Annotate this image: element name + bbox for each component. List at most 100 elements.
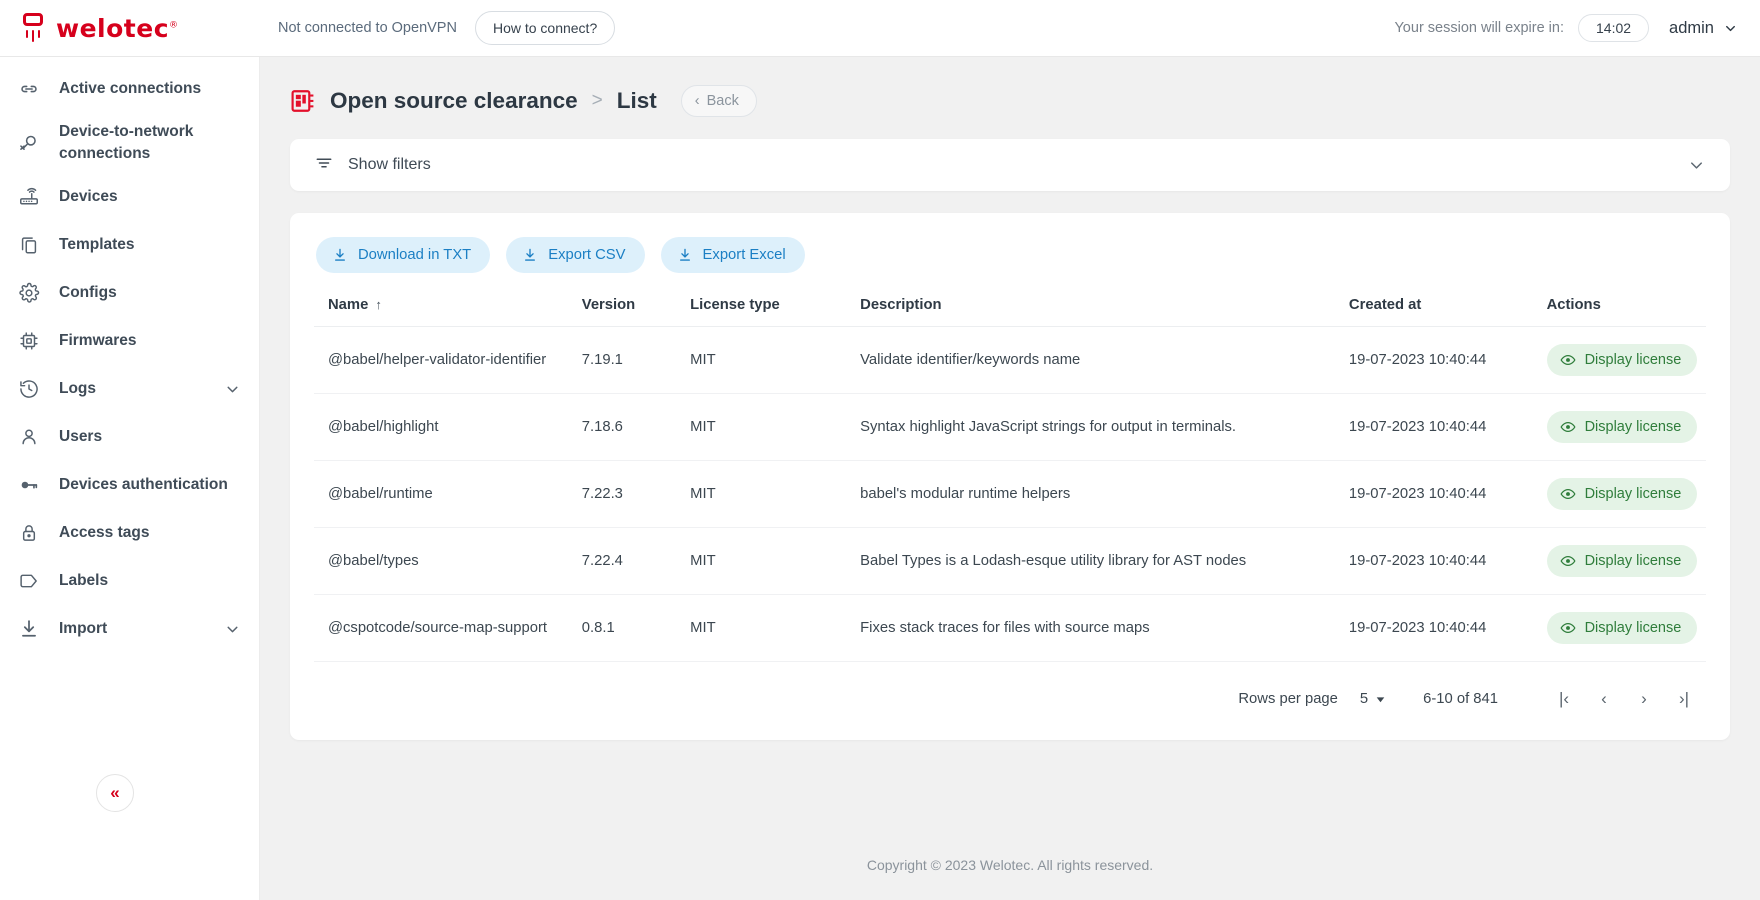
cell-license: MIT — [690, 394, 860, 461]
cell-version: 7.19.1 — [582, 327, 690, 394]
chevron-left-icon: ‹ — [695, 93, 700, 109]
column-header-description[interactable]: Description — [860, 297, 1349, 327]
main-content: Open source clearance > List ‹ Back Show… — [260, 57, 1760, 900]
open-source-clearance-icon — [290, 88, 316, 114]
download-txt-label: Download in TXT — [358, 247, 471, 263]
cell-name: @babel/types — [314, 528, 582, 595]
cell-description: Babel Types is a Lodash-esque utility li… — [860, 528, 1349, 595]
cell-version: 7.22.3 — [582, 461, 690, 528]
sidebar-item-import[interactable]: Import — [0, 605, 259, 653]
rows-per-page-label: Rows per page — [1238, 691, 1338, 707]
download-icon — [522, 247, 538, 263]
sidebar: Active connections Device-to-network con… — [0, 57, 260, 900]
cell-actions: Display license — [1547, 327, 1706, 394]
sidebar-item-firmwares[interactable]: Firmwares — [0, 317, 259, 365]
download-txt-button[interactable]: Download in TXT — [316, 237, 490, 273]
table-row[interactable]: @babel/runtime 7.22.3 MIT babel's modula… — [314, 461, 1706, 528]
column-header-name[interactable]: Name ↑ — [314, 297, 582, 327]
table-row[interactable]: @cspotcode/source-map-support 0.8.1 MIT … — [314, 595, 1706, 662]
sidebar-item-device-to-network-connections[interactable]: Device-to-network connections — [0, 113, 259, 173]
rows-per-page-select[interactable]: 5 — [1360, 691, 1387, 707]
show-filters-bar[interactable]: Show filters — [290, 139, 1730, 191]
sidebar-item-templates[interactable]: Templates — [0, 221, 259, 269]
display-license-label: Display license — [1585, 553, 1682, 569]
sidebar-item-labels[interactable]: Labels — [0, 557, 259, 605]
previous-page-button[interactable]: ‹ — [1584, 682, 1624, 716]
chevron-down-icon[interactable] — [224, 621, 241, 638]
next-page-button[interactable]: › — [1624, 682, 1664, 716]
sidebar-item-label: Templates — [48, 234, 135, 256]
cell-created-at: 19-07-2023 10:40:44 — [1349, 461, 1547, 528]
export-csv-button[interactable]: Export CSV — [506, 237, 644, 273]
sidebar-item-logs[interactable]: Logs — [0, 365, 259, 413]
sidebar-item-label: Device-to-network connections — [48, 121, 241, 165]
cell-name: @babel/helper-validator-identifier — [314, 327, 582, 394]
sidebar-item-label: Users — [48, 426, 102, 448]
back-button[interactable]: ‹ Back — [681, 85, 757, 117]
lock-icon — [18, 522, 48, 544]
display-license-button[interactable]: Display license — [1547, 411, 1698, 443]
column-header-created-at[interactable]: Created at — [1349, 297, 1547, 327]
sidebar-item-label: Import — [48, 618, 107, 640]
table-row[interactable]: @babel/helper-validator-identifier 7.19.… — [314, 327, 1706, 394]
breadcrumb-separator: > — [592, 90, 603, 112]
link-icon — [18, 78, 48, 100]
cell-license: MIT — [690, 528, 860, 595]
eye-icon — [1560, 419, 1576, 435]
copy-icon — [18, 234, 48, 256]
chevron-down-icon — [1723, 21, 1738, 36]
cell-version: 7.22.4 — [582, 528, 690, 595]
show-filters-label: Show filters — [348, 156, 431, 174]
export-excel-label: Export Excel — [703, 247, 786, 263]
history-icon — [18, 378, 48, 400]
sort-ascending-icon: ↑ — [375, 297, 382, 312]
table-row[interactable]: @babel/highlight 7.18.6 MIT Syntax highl… — [314, 394, 1706, 461]
last-page-button[interactable]: ›| — [1664, 682, 1704, 716]
sidebar-item-devices[interactable]: Devices — [0, 173, 259, 221]
registered-mark: ® — [169, 20, 179, 30]
breadcrumb: Open source clearance > List ‹ Back — [260, 57, 1760, 117]
column-header-license-type[interactable]: License type — [690, 297, 860, 327]
cell-created-at: 19-07-2023 10:40:44 — [1349, 327, 1547, 394]
eye-icon — [1560, 352, 1576, 368]
display-license-label: Display license — [1585, 620, 1682, 636]
sidebar-item-label: Firmwares — [48, 330, 137, 352]
column-header-version[interactable]: Version — [582, 297, 690, 327]
session-timer: 14:02 — [1578, 14, 1649, 42]
user-menu-label: admin — [1669, 19, 1714, 38]
sidebar-collapse-button[interactable]: « — [96, 774, 134, 812]
cell-created-at: 19-07-2023 10:40:44 — [1349, 595, 1547, 662]
sidebar-item-configs[interactable]: Configs — [0, 269, 259, 317]
display-license-label: Display license — [1585, 352, 1682, 368]
user-menu[interactable]: admin — [1669, 19, 1738, 38]
sidebar-item-access-tags[interactable]: Access tags — [0, 509, 259, 557]
sidebar-item-label: Devices — [48, 186, 118, 208]
display-license-button[interactable]: Display license — [1547, 478, 1698, 510]
sidebar-item-users[interactable]: Users — [0, 413, 259, 461]
sidebar-item-label: Access tags — [48, 522, 149, 544]
brand-logo[interactable]: welotec® — [0, 0, 260, 56]
sidebar-item-devices-authentication[interactable]: Devices authentication — [0, 461, 259, 509]
sidebar-item-active-connections[interactable]: Active connections — [0, 65, 259, 113]
vpn-status-text: Not connected to OpenVPN — [278, 20, 457, 36]
first-page-button[interactable]: |‹ — [1544, 682, 1584, 716]
export-excel-button[interactable]: Export Excel — [661, 237, 805, 273]
sidebar-item-label: Labels — [48, 570, 108, 592]
table-header: Name ↑ Version License type Description C… — [314, 297, 1706, 327]
how-to-connect-button[interactable]: How to connect? — [475, 11, 615, 45]
gear-icon — [18, 282, 48, 304]
cell-description: Syntax highlight JavaScript strings for … — [860, 394, 1349, 461]
cell-name: @cspotcode/source-map-support — [314, 595, 582, 662]
chevron-down-icon[interactable] — [1687, 156, 1706, 175]
welotec-logo-icon — [20, 11, 46, 45]
display-license-button[interactable]: Display license — [1547, 545, 1698, 577]
sidebar-item-label: Devices authentication — [48, 474, 228, 496]
chevron-down-icon[interactable] — [224, 381, 241, 398]
license-table-card: Download in TXT Export CSV Export Excel … — [290, 213, 1730, 740]
export-csv-label: Export CSV — [548, 247, 625, 263]
column-header-name-label: Name — [328, 297, 368, 313]
display-license-button[interactable]: Display license — [1547, 612, 1698, 644]
table-row[interactable]: @babel/types 7.22.4 MIT Babel Types is a… — [314, 528, 1706, 595]
cell-version: 7.18.6 — [582, 394, 690, 461]
display-license-button[interactable]: Display license — [1547, 344, 1698, 376]
